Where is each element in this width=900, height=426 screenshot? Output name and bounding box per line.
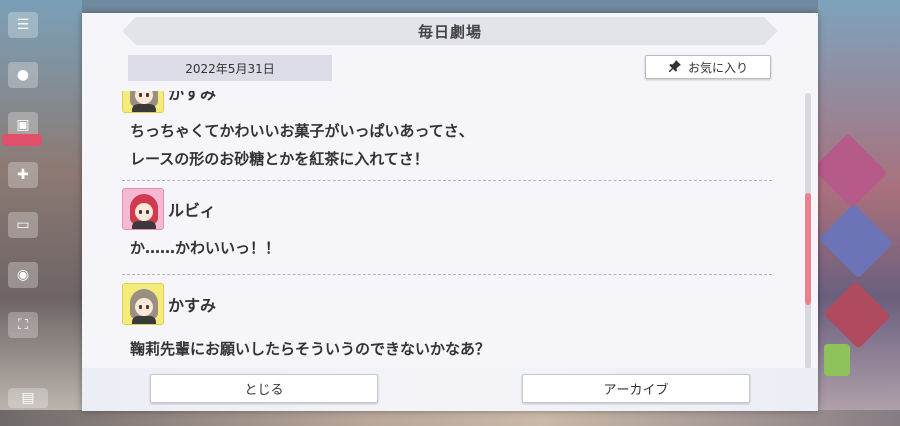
dialog-title: 毎日劇場 (417, 22, 482, 41)
speaker-name: かすみ (168, 296, 217, 315)
scrollbar[interactable] (805, 93, 811, 369)
gift-icon: ✚ (8, 162, 38, 188)
speaker-row: かすみ (122, 91, 772, 115)
background-left: ☰ ● ▣ ✚ ▭ ◉ ⛶ ▤ (0, 0, 82, 426)
entry-divider (122, 274, 772, 275)
archive-button[interactable]: アーカイブ (522, 374, 750, 403)
dialogue-line: レースの形のお砂糖とかを紅茶に入れてさ！ (130, 150, 429, 168)
chat-icon: ● (8, 62, 38, 88)
dialog-title-bar: 毎日劇場 (122, 17, 778, 45)
date-label: 2022年5月31日 (128, 55, 332, 81)
conversation-entry: ルビィ か……かわいいっ！！ (122, 186, 772, 262)
scrollbar-thumb[interactable] (805, 193, 811, 305)
close-button[interactable]: とじる (150, 374, 378, 403)
speaker-name: かすみ (168, 91, 217, 103)
daily-theater-dialog: 毎日劇場 2022年5月31日 お気に入り かすみ ちっちゃくてかわいいお菓子が… (82, 13, 818, 411)
event-badge (2, 134, 42, 146)
screen-icon: ▭ (8, 212, 38, 238)
menu-icon: ☰ (8, 12, 38, 38)
bg-tile (812, 133, 888, 209)
dialogue-line: か……かわいいっ！！ (130, 239, 281, 257)
favorite-button[interactable]: お気に入り (645, 55, 771, 79)
bg-tile (818, 203, 894, 279)
bg-tile (823, 281, 891, 349)
bg-tile (824, 344, 850, 376)
kasumi-avatar (122, 283, 164, 325)
conversation-entry: かすみ ちっちゃくてかわいいお菓子がいっぱいあってさ、 レースの形のお砂糖とかを… (122, 91, 772, 173)
speaker-row: ルビィ (122, 186, 772, 232)
background-right (812, 0, 900, 426)
conversation-entry: かすみ 鞠莉先輩にお願いしたらそういうのできないかなあ？ (122, 281, 772, 363)
dialogue-line: 鞠莉先輩にお願いしたらそういうのできないかなあ？ (130, 340, 491, 358)
dialogue-line: ちっちゃくてかわいいお菓子がいっぱいあってさ、 (130, 122, 474, 140)
conversation-list[interactable]: かすみ ちっちゃくてかわいいお菓子がいっぱいあってさ、 レースの形のお砂糖とかを… (122, 91, 772, 371)
dialog-footer: とじる アーカイブ (82, 368, 818, 411)
fullscreen-icon: ⛶ (8, 312, 38, 338)
speaker-name: ルビィ (168, 201, 216, 220)
pin-icon (668, 59, 682, 76)
kasumi-avatar (122, 91, 164, 113)
camera-icon: ◉ (8, 262, 38, 288)
item-icon: ▤ (8, 388, 48, 408)
ruby-avatar (122, 188, 164, 230)
entry-divider (122, 180, 772, 181)
speaker-row: かすみ (122, 281, 772, 327)
background-bottom (0, 410, 900, 426)
favorite-button-label: お気に入り (687, 60, 748, 75)
